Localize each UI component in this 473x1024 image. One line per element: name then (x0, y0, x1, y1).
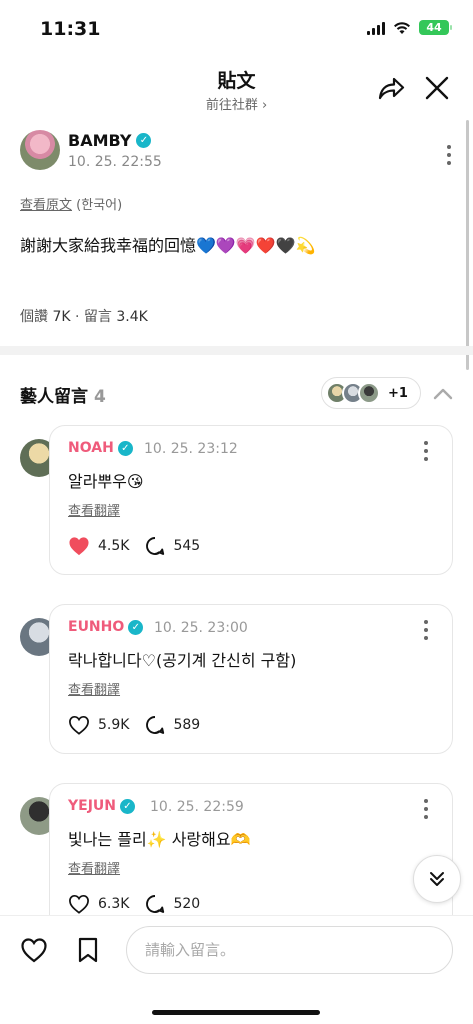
reply-count: 589 (173, 717, 201, 733)
post-time: 10. 25. 22:55 (68, 154, 162, 170)
comment-actions: 4.5K 545 (68, 536, 216, 556)
heart-icon[interactable] (68, 894, 90, 914)
artist-comments-header: 藝人留言 4 +1 (0, 372, 473, 416)
comment-input[interactable] (126, 926, 453, 974)
verified-icon: ✓ (128, 619, 144, 635)
view-original-link[interactable]: 查看原文 (20, 198, 72, 213)
bottom-bar (0, 915, 473, 1024)
post-text: 謝謝大家給我幸福的回憶💙💜💗❤️🖤💫 (20, 236, 316, 255)
artist-comments-count: 4 (94, 387, 106, 407)
comment-card: YEJUN ✓ 10. 25. 22:59 빛나는 플리✨ 사랑해요🫶 查看翻譯… (49, 783, 453, 933)
comment-author[interactable]: YEJUN ✓ (68, 798, 135, 814)
verified-icon: ✓ (136, 133, 152, 148)
divider (0, 346, 473, 355)
view-original: 查看原文 (한국어) (20, 194, 122, 213)
comment-card: NOAH ✓ 10. 25. 23:12 알라뿌우😘 查看翻譯 4.5K 545 (49, 425, 453, 575)
wifi-icon (394, 21, 410, 34)
close-icon[interactable] (421, 72, 453, 104)
share-icon[interactable] (375, 72, 407, 104)
like-count: 4.5K (98, 538, 130, 554)
stats-separator: · (75, 309, 80, 325)
home-indicator (152, 1010, 320, 1015)
status-time: 11:31 (40, 18, 101, 40)
verified-icon: ✓ (117, 440, 133, 456)
artist-comments-label: 藝人留言 (20, 387, 88, 407)
reply-icon[interactable] (145, 715, 165, 735)
header: 貼文 前往社群 › (0, 58, 473, 118)
comment-actions: 5.9K 589 (68, 715, 216, 735)
comment-author[interactable]: EUNHO ✓ (68, 619, 144, 635)
avatar (358, 382, 380, 404)
reply-count: 545 (173, 538, 201, 554)
heart-filled-icon[interactable] (68, 536, 90, 556)
comments-label: 留言 (83, 309, 112, 325)
comments-count: 3.4K (116, 309, 148, 325)
reply-icon[interactable] (145, 536, 165, 556)
like-count: 6.3K (98, 896, 130, 912)
post-author[interactable]: BAMBY ✓ (68, 131, 152, 150)
artist-avatar-stack[interactable]: +1 (321, 377, 421, 409)
more-artists-count: +1 (388, 385, 408, 401)
comment-author-name: YEJUN (68, 798, 116, 814)
original-language: (한국어) (76, 198, 123, 213)
translate-link[interactable]: 查看翻譯 (68, 858, 120, 877)
comment-actions: 6.3K 520 (68, 894, 216, 914)
heart-icon[interactable] (20, 936, 48, 964)
comment-text: 락나합니다♡(공기계 간신히 구함) (68, 651, 297, 670)
bookmark-icon[interactable] (76, 936, 100, 964)
reply-count: 520 (173, 896, 201, 912)
comment-text: 알라뿌우😘 (68, 472, 144, 491)
author-name: BAMBY (68, 131, 132, 150)
reply-icon[interactable] (145, 894, 165, 914)
double-chevron-down-icon (430, 872, 444, 886)
comment-time: 10. 25. 22:59 (150, 799, 244, 815)
scroll-to-bottom-button[interactable] (413, 855, 461, 903)
status-icons: 44 (367, 20, 452, 35)
post-stats: 個讚 7K · 留言 3.4K (20, 306, 148, 326)
translate-link[interactable]: 查看翻譯 (68, 679, 120, 698)
more-options-icon[interactable] (416, 436, 436, 466)
scrollbar[interactable] (466, 120, 469, 370)
signal-icon (367, 21, 385, 35)
more-options-icon[interactable] (439, 140, 459, 170)
comment-text: 빛나는 플리✨ 사랑해요🫶 (68, 830, 251, 849)
comment-card: EUNHO ✓ 10. 25. 23:00 락나합니다♡(공기계 간신히 구함)… (49, 604, 453, 754)
comment-author-name: NOAH (68, 440, 114, 456)
translate-link[interactable]: 查看翻譯 (68, 500, 120, 519)
likes-count: 7K (52, 309, 71, 325)
comment-time: 10. 25. 23:12 (144, 441, 238, 457)
comment-author-name: EUNHO (68, 619, 125, 635)
likes-label: 個讚 (20, 309, 48, 325)
heart-icon[interactable] (68, 715, 90, 735)
chevron-up-icon[interactable] (431, 382, 455, 406)
more-options-icon[interactable] (416, 794, 436, 824)
status-bar: 11:31 44 (0, 0, 473, 56)
more-options-icon[interactable] (416, 615, 436, 645)
like-count: 5.9K (98, 717, 130, 733)
comment-time: 10. 25. 23:00 (154, 620, 248, 636)
avatar[interactable] (20, 130, 60, 170)
verified-icon: ✓ (120, 798, 135, 814)
battery-icon: 44 (419, 20, 452, 35)
artist-comments-title: 藝人留言 4 (20, 382, 106, 407)
comment-author[interactable]: NOAH ✓ (68, 440, 133, 456)
